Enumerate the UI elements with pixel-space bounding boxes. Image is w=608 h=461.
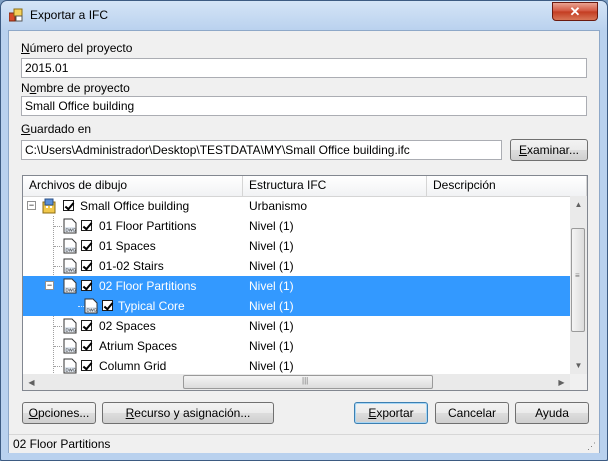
svg-text:DWG: DWG bbox=[66, 347, 77, 352]
svg-text:DWG: DWG bbox=[87, 307, 98, 312]
drawing-name: 01 Spaces bbox=[99, 239, 156, 253]
ifc-structure: Urbanismo bbox=[249, 199, 308, 213]
tree-row[interactable]: DWG 02 Spaces Nivel (1) bbox=[23, 316, 570, 336]
project-name-field[interactable]: Small Office building bbox=[21, 96, 587, 116]
column-header-ifc-structure[interactable]: Estructura IFC bbox=[243, 176, 427, 196]
drawing-name: 01 Floor Partitions bbox=[99, 219, 197, 233]
drawing-name: Column Grid bbox=[99, 359, 167, 373]
include-checkbox[interactable] bbox=[81, 320, 92, 331]
tree-line bbox=[54, 266, 62, 267]
tree-row-selected[interactable]: DWG Typical Core Nivel (1) bbox=[23, 296, 570, 316]
ifc-structure: Nivel (1) bbox=[249, 239, 294, 253]
app-icon bbox=[9, 8, 23, 22]
ifc-structure: Nivel (1) bbox=[249, 339, 294, 353]
ifc-structure: Nivel (1) bbox=[249, 279, 294, 293]
svg-text:DWG: DWG bbox=[66, 327, 77, 332]
horizontal-scroll-thumb[interactable]: ||| bbox=[183, 375, 433, 389]
drawing-name: 02 Spaces bbox=[99, 319, 156, 333]
dwg-icon: DWG bbox=[63, 238, 77, 254]
project-number-field[interactable]: 2015.01 bbox=[21, 58, 587, 78]
ifc-structure: Nivel (1) bbox=[249, 259, 294, 273]
svg-text:DWG: DWG bbox=[66, 247, 77, 252]
drawing-name: 02 Floor Partitions bbox=[99, 279, 197, 293]
scroll-left-icon[interactable]: ◀ bbox=[23, 374, 40, 390]
collapse-toggle[interactable]: − bbox=[27, 201, 36, 210]
include-checkbox[interactable] bbox=[81, 360, 92, 371]
tree-header: Archivos de dibujo Estructura IFC Descri… bbox=[23, 176, 587, 197]
dialog-body: Número del proyecto 2015.01 Nombre de pr… bbox=[8, 30, 600, 453]
include-checkbox[interactable] bbox=[81, 220, 92, 231]
dwg-icon: DWG bbox=[63, 338, 77, 354]
include-checkbox[interactable] bbox=[81, 240, 92, 251]
svg-text:DWG: DWG bbox=[66, 267, 77, 272]
dwg-icon: DWG bbox=[63, 218, 77, 234]
status-text: 02 Floor Partitions bbox=[13, 437, 111, 451]
export-button[interactable]: Exportar bbox=[354, 402, 428, 424]
scroll-corner bbox=[570, 374, 587, 390]
drawing-files-tree[interactable]: Archivos de dibujo Estructura IFC Descri… bbox=[22, 175, 588, 391]
scroll-up-icon[interactable]: ▲ bbox=[570, 196, 587, 213]
drawing-name: Small Office building bbox=[80, 199, 190, 213]
ifc-structure: Nivel (1) bbox=[249, 319, 294, 333]
tree-row[interactable]: DWG 01 Spaces Nivel (1) bbox=[23, 236, 570, 256]
saved-in-label: Guardado en bbox=[21, 122, 92, 136]
include-checkbox[interactable] bbox=[81, 260, 92, 271]
tree-line bbox=[54, 326, 62, 327]
dwg-icon: DWG bbox=[63, 258, 77, 274]
drawing-name: Atrium Spaces bbox=[99, 339, 178, 353]
tree-root-row[interactable]: − Small Office building Urbanismo bbox=[23, 196, 570, 216]
scroll-down-icon[interactable]: ▼ bbox=[570, 357, 587, 374]
vertical-scrollbar[interactable]: ▲ ≡ ▼ bbox=[570, 196, 587, 374]
resize-grip-icon[interactable]: ⋰ bbox=[587, 441, 596, 452]
svg-text:DWG: DWG bbox=[66, 287, 77, 292]
output-path-field[interactable]: C:\Users\Administrador\Desktop\TESTDATA\… bbox=[21, 140, 502, 160]
include-checkbox[interactable] bbox=[81, 340, 92, 351]
dwg-icon: DWG bbox=[63, 318, 77, 334]
export-ifc-dialog: Exportar a IFC ✕ Número del proyecto 201… bbox=[0, 0, 608, 461]
tree-row[interactable]: DWG Column Grid Nivel (1) bbox=[23, 356, 570, 376]
vertical-scroll-thumb[interactable]: ≡ bbox=[571, 228, 585, 332]
tree-row[interactable]: DWG 01 Floor Partitions Nivel (1) bbox=[23, 216, 570, 236]
tree-row-selected[interactable]: − DWG 02 Floor Partitions Nivel (1) bbox=[23, 276, 570, 296]
grip-icon: ≡ bbox=[575, 271, 580, 280]
tree-row[interactable]: DWG 01-02 Stairs Nivel (1) bbox=[23, 256, 570, 276]
include-checkbox[interactable] bbox=[81, 280, 92, 291]
include-checkbox[interactable] bbox=[102, 300, 113, 311]
grip-icon: ||| bbox=[302, 376, 309, 385]
dwg-icon: DWG bbox=[63, 358, 77, 374]
drawing-name: Typical Core bbox=[118, 299, 185, 313]
browse-button[interactable]: Examinar... bbox=[510, 139, 588, 161]
title-bar[interactable]: Exportar a IFC ✕ bbox=[1, 1, 607, 30]
dwg-icon: DWG bbox=[84, 298, 98, 314]
scroll-right-icon[interactable]: ▶ bbox=[553, 374, 570, 390]
dwg-icon: DWG bbox=[63, 278, 77, 294]
project-number-label: Número del proyecto bbox=[21, 41, 133, 55]
horizontal-scrollbar[interactable]: ◀ ||| ▶ bbox=[23, 374, 570, 390]
cancel-button[interactable]: Cancelar bbox=[435, 402, 509, 424]
resource-assignment-button[interactable]: Recurso y asignación... bbox=[102, 402, 274, 424]
ifc-structure: Nivel (1) bbox=[249, 299, 294, 313]
close-button[interactable]: ✕ bbox=[552, 2, 598, 21]
tree-line bbox=[54, 346, 62, 347]
column-header-description[interactable]: Descripción bbox=[427, 176, 587, 196]
drawing-name: 01-02 Stairs bbox=[99, 259, 164, 273]
column-header-drawing-files[interactable]: Archivos de dibujo bbox=[23, 176, 243, 196]
include-checkbox[interactable] bbox=[63, 200, 74, 211]
tree-line bbox=[54, 366, 62, 367]
status-bar: 02 Floor Partitions ⋰ bbox=[9, 434, 599, 453]
building-icon bbox=[42, 198, 56, 214]
ifc-structure: Nivel (1) bbox=[249, 359, 294, 373]
tree-line bbox=[54, 246, 62, 247]
project-name-label: Nombre de proyecto bbox=[21, 81, 130, 95]
options-button[interactable]: Opciones... bbox=[22, 402, 96, 424]
svg-text:DWG: DWG bbox=[66, 227, 77, 232]
help-button[interactable]: Ayuda bbox=[515, 402, 589, 424]
window-title: Exportar a IFC bbox=[30, 8, 109, 22]
svg-text:DWG: DWG bbox=[66, 367, 77, 372]
tree-line bbox=[54, 226, 62, 227]
ifc-structure: Nivel (1) bbox=[249, 219, 294, 233]
collapse-toggle[interactable]: − bbox=[45, 281, 54, 290]
tree-row[interactable]: DWG Atrium Spaces Nivel (1) bbox=[23, 336, 570, 356]
